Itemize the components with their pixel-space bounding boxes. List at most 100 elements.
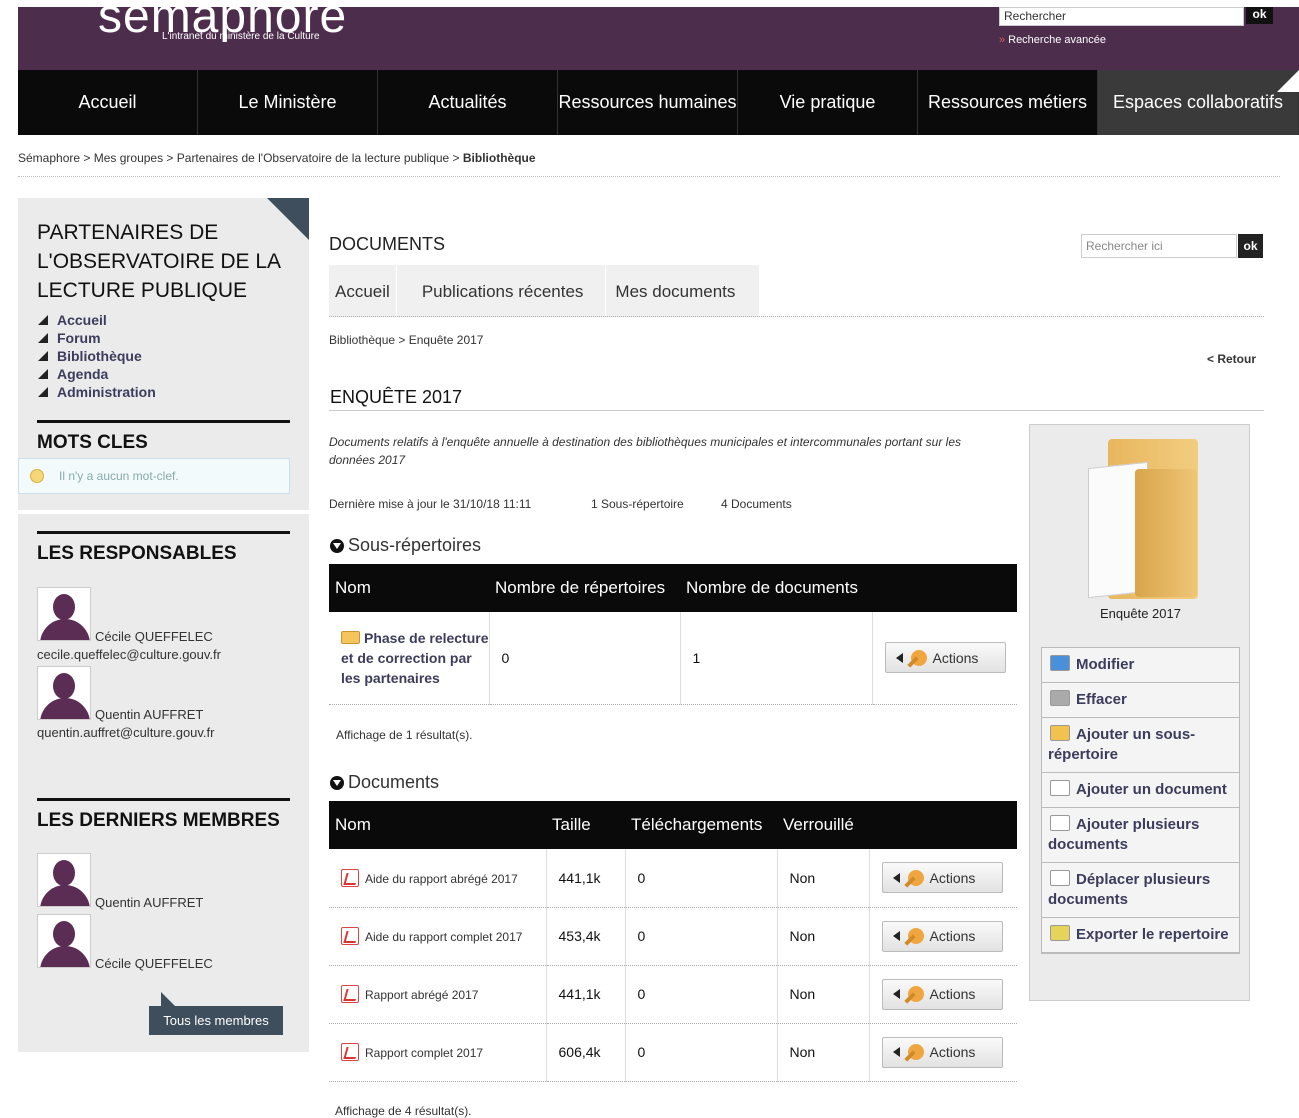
- add-folder-icon: [1050, 725, 1070, 741]
- documents-search-button[interactable]: ok: [1238, 234, 1263, 258]
- responsable-name[interactable]: Cécile QUEFFELEC: [95, 629, 213, 644]
- table-row: Phase de relecture et de correction par …: [329, 612, 1017, 705]
- column-header: Verrouillé: [777, 801, 869, 849]
- document-name-cell: Aide du rapport complet 2017: [329, 907, 547, 966]
- add-documents-icon: [1050, 815, 1070, 831]
- divider: [37, 798, 290, 801]
- subfolders-heading: Sous-répertoires: [348, 535, 482, 555]
- folder-preview-icon: [1080, 439, 1198, 599]
- avatar[interactable]: [37, 914, 91, 968]
- document-size-cell: 453,4k: [546, 907, 626, 966]
- document-actions-cell: Actions: [869, 907, 1017, 966]
- column-header: Nombre de répertoires: [489, 564, 680, 612]
- sub-breadcrumb-trail[interactable]: Bibliothèque >: [329, 333, 409, 347]
- pdf-icon: [341, 868, 359, 887]
- documents-tabs: Accueil Publications récentes Mes docume…: [329, 265, 761, 317]
- tab-publications-recentes[interactable]: Publications récentes: [397, 265, 607, 317]
- avatar[interactable]: [37, 666, 91, 720]
- folder-action-add-documents[interactable]: Ajouter plusieurs documents: [1042, 808, 1239, 863]
- document-name: Aide du rapport complet 2017: [365, 930, 523, 944]
- nav-item-espaces-collaboratifs[interactable]: Espaces collaboratifs: [1098, 70, 1299, 135]
- nav-item-ressources-humaines[interactable]: Ressources humaines: [558, 70, 738, 135]
- folder-action-label: Ajouter plusieurs documents: [1048, 816, 1200, 853]
- tab-accueil[interactable]: Accueil: [329, 265, 397, 317]
- actions-button[interactable]: Actions: [881, 920, 1003, 952]
- subfolder-dirs-cell: 0: [489, 612, 681, 705]
- nav-item-actualités[interactable]: Actualités: [378, 70, 558, 135]
- group-menu-item[interactable]: Accueil: [38, 311, 156, 329]
- avatar[interactable]: [37, 853, 91, 907]
- responsable-name[interactable]: Quentin AUFFRET: [95, 707, 203, 722]
- group-menu-item[interactable]: Agenda: [38, 365, 156, 383]
- breadcrumb-trail[interactable]: Sémaphore > Mes groupes > Partenaires de…: [18, 151, 463, 165]
- tab-mes-documents[interactable]: Mes documents: [606, 265, 761, 317]
- group-menu-label: Agenda: [57, 366, 109, 382]
- folder-action-add-folder[interactable]: Ajouter un sous-répertoire: [1042, 718, 1239, 773]
- responsable-email[interactable]: quentin.auffret@culture.gouv.fr: [37, 725, 215, 740]
- nav-item-ressources-métiers[interactable]: Ressources métiers: [918, 70, 1098, 135]
- nav-item-le-ministère[interactable]: Le Ministère: [198, 70, 378, 135]
- document-link[interactable]: Rapport complet 2017: [341, 1043, 484, 1061]
- global-search-button[interactable]: ok: [1246, 7, 1273, 24]
- documents-search-input[interactable]: Rechercher ici: [1081, 234, 1237, 258]
- column-header: [869, 801, 1017, 849]
- move-documents-icon: [1050, 870, 1070, 886]
- documents-heading: DOCUMENTS: [329, 234, 445, 254]
- all-members-button[interactable]: Tous les membres: [149, 992, 283, 1035]
- actions-button[interactable]: Actions: [881, 862, 1003, 894]
- responsables-heading: LES RESPONSABLES: [37, 543, 237, 564]
- folder-action-label: Modifier: [1076, 656, 1135, 673]
- avatar[interactable]: [37, 587, 91, 641]
- divider: [329, 410, 1264, 411]
- caret-left-icon: [892, 872, 900, 883]
- document-link[interactable]: Aide du rapport abrégé 2017: [341, 868, 518, 887]
- document-link[interactable]: Aide du rapport complet 2017: [341, 927, 523, 945]
- nav-item-accueil[interactable]: Accueil: [18, 70, 198, 135]
- global-search-input[interactable]: Rechercher: [999, 7, 1244, 26]
- logo-tagline: L'intranet du ministère de la Culture: [162, 31, 320, 42]
- group-menu-item[interactable]: Bibliothèque: [38, 347, 156, 365]
- folder-action-export[interactable]: Exporter le repertoire: [1042, 918, 1239, 953]
- documents-section-toggle[interactable]: Documents: [330, 772, 439, 793]
- actions-button[interactable]: Actions: [884, 642, 1006, 674]
- subfolder-count: 1 Sous-répertoire: [591, 497, 684, 511]
- group-menu-item[interactable]: Forum: [38, 329, 156, 347]
- wrench-icon: [907, 1044, 924, 1060]
- chevron-right-icon: »: [999, 34, 1006, 46]
- folder-action-move-documents[interactable]: Déplacer plusieurs documents: [1042, 863, 1239, 918]
- triangle-bullet-icon: [38, 351, 48, 361]
- breadcrumb-current: Bibliothèque: [462, 151, 536, 165]
- nav-item-vie-pratique[interactable]: Vie pratique: [738, 70, 918, 135]
- breadcrumb: Sémaphore > Mes groupes > Partenaires de…: [18, 151, 536, 165]
- document-name: Aide du rapport abrégé 2017: [365, 871, 518, 886]
- folder-action-edit[interactable]: Modifier: [1042, 648, 1239, 683]
- group-menu-label: Forum: [57, 330, 101, 346]
- folder-action-add-document[interactable]: Ajouter un document: [1042, 773, 1239, 808]
- document-name-cell: Aide du rapport abrégé 2017: [329, 849, 547, 908]
- document-name: Rapport complet 2017: [365, 1046, 484, 1060]
- subfolder-link[interactable]: Phase de relecture et de correction par …: [341, 628, 489, 688]
- lightbulb-icon: [30, 469, 44, 483]
- column-header: Téléchargements: [625, 801, 777, 849]
- table-row: Rapport abrégé 2017 441,1k 0 Non Actions: [329, 965, 1017, 1024]
- actions-button[interactable]: Actions: [881, 1036, 1003, 1068]
- back-link[interactable]: < Retour: [1207, 352, 1256, 366]
- member-name[interactable]: Cécile QUEFFELEC: [95, 956, 213, 971]
- subfolders-section-toggle[interactable]: Sous-répertoires: [330, 535, 481, 556]
- group-menu: Accueil Forum Bibliothèque Agenda Administra…: [38, 311, 156, 401]
- actions-label: Actions: [929, 869, 976, 886]
- documents-result-count: Affichage de 4 résultat(s).: [335, 1104, 472, 1118]
- advanced-search-link[interactable]: » Recherche avancée: [999, 34, 1106, 46]
- document-actions-cell: Actions: [869, 1023, 1017, 1082]
- document-link[interactable]: Rapport abrégé 2017: [341, 985, 478, 1003]
- keywords-heading: MOTS CLES: [37, 432, 148, 453]
- caret-left-icon: [892, 1047, 900, 1057]
- document-locked-cell: Non: [777, 965, 870, 1024]
- responsable-email[interactable]: cecile.queffelec@culture.gouv.fr: [37, 647, 221, 662]
- actions-button[interactable]: Actions: [881, 978, 1003, 1010]
- table-row: Aide du rapport abrégé 2017 441,1k 0 Non Act…: [329, 849, 1017, 908]
- members-heading: LES DERNIERS MEMBRES: [37, 810, 280, 831]
- folder-action-trash[interactable]: Effacer: [1042, 683, 1239, 718]
- group-menu-item[interactable]: Administration: [38, 383, 156, 401]
- member-name[interactable]: Quentin AUFFRET: [95, 895, 203, 910]
